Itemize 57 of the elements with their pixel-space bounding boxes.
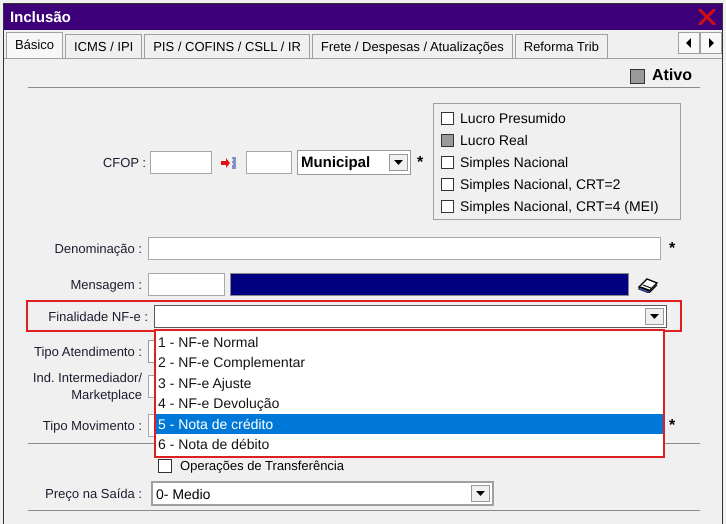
tab[interactable]: Frete / Despesas / Atualizações — [312, 34, 513, 58]
checkbox[interactable] — [630, 68, 645, 84]
field-label: Finalidade NF-e : — [47, 308, 149, 324]
tab[interactable]: Reforma Trib — [514, 34, 608, 58]
price-dropdown[interactable]: 0- Medio — [151, 481, 494, 506]
input-field[interactable] — [148, 237, 661, 260]
caret-icon[interactable] — [476, 491, 485, 496]
dropdown-button[interactable] — [471, 485, 490, 502]
required-mark: * — [669, 240, 676, 256]
required-mark: * — [669, 418, 676, 434]
caret-icon[interactable] — [394, 160, 403, 165]
tab[interactable]: PIS / COFINS / CSLL / IR — [144, 34, 310, 58]
right-arrow-icon[interactable] — [707, 38, 715, 48]
checkbox-label: Lucro Presumido — [460, 110, 566, 126]
lookup-icon[interactable] — [221, 156, 237, 170]
field-label: Mensagem : — [69, 277, 143, 292]
checkbox[interactable] — [441, 156, 454, 168]
book-icon[interactable] — [637, 276, 659, 292]
cfop-field[interactable] — [150, 151, 212, 174]
scroll-right-button[interactable] — [700, 32, 722, 54]
dropdown-button[interactable] — [389, 154, 408, 171]
checkbox[interactable] — [441, 178, 454, 190]
checkbox-label: Simples Nacional, CRT=4 (MEI) — [460, 198, 659, 214]
scroll-left-button[interactable] — [678, 32, 700, 54]
field-label: CFOP : — [102, 155, 147, 170]
close-button[interactable] — [696, 7, 718, 27]
field-label: Preço na Saída : — [44, 486, 143, 501]
tab[interactable]: Básico — [6, 32, 64, 58]
dropdown-option[interactable]: 6 - Nota de débito — [156, 434, 663, 456]
checkbox[interactable] — [441, 134, 454, 146]
checkbox[interactable] — [158, 458, 172, 472]
required-mark: * — [417, 154, 424, 170]
scope-dropdown[interactable]: Municipal — [297, 150, 411, 175]
dropdown-option[interactable]: 1 - NF-e Normal — [156, 332, 663, 352]
field-label: Ind. Intermediador/ Marketplace — [32, 369, 143, 403]
purpose-dropdown[interactable] — [154, 304, 667, 328]
input-field[interactable] — [148, 273, 225, 296]
checkbox-label: Simples Nacional — [460, 154, 568, 170]
left-arrow-icon[interactable] — [685, 38, 693, 48]
field-label: Denominação : — [54, 241, 143, 256]
dropdown-option[interactable]: 4 - NF-e Devolução — [156, 393, 663, 414]
checkbox-label: Simples Nacional, CRT=2 — [460, 176, 620, 192]
dropdown-option[interactable]: 5 - Nota de crédito — [156, 414, 663, 434]
field-label: Tipo Movimento : — [42, 418, 143, 433]
checkbox-label: Operações de Transferência — [180, 458, 344, 473]
cfop-field[interactable] — [246, 151, 292, 174]
checkbox[interactable] — [441, 200, 454, 212]
dropdown-option[interactable]: 3 - NF-e Ajuste — [156, 372, 663, 394]
window-title: Inclusão — [10, 8, 71, 26]
checkbox-label: Lucro Real — [460, 132, 528, 148]
tab[interactable]: ICMS / IPI — [65, 34, 142, 58]
checkbox[interactable] — [441, 112, 454, 124]
dropdown-option[interactable]: 2 - NF-e Complementar — [156, 352, 663, 373]
checkbox-label: Ativo — [652, 67, 692, 85]
field-label: Tipo Atendimento : — [33, 344, 143, 359]
dropdown-button[interactable] — [645, 308, 664, 324]
caret-icon[interactable] — [650, 314, 659, 318]
